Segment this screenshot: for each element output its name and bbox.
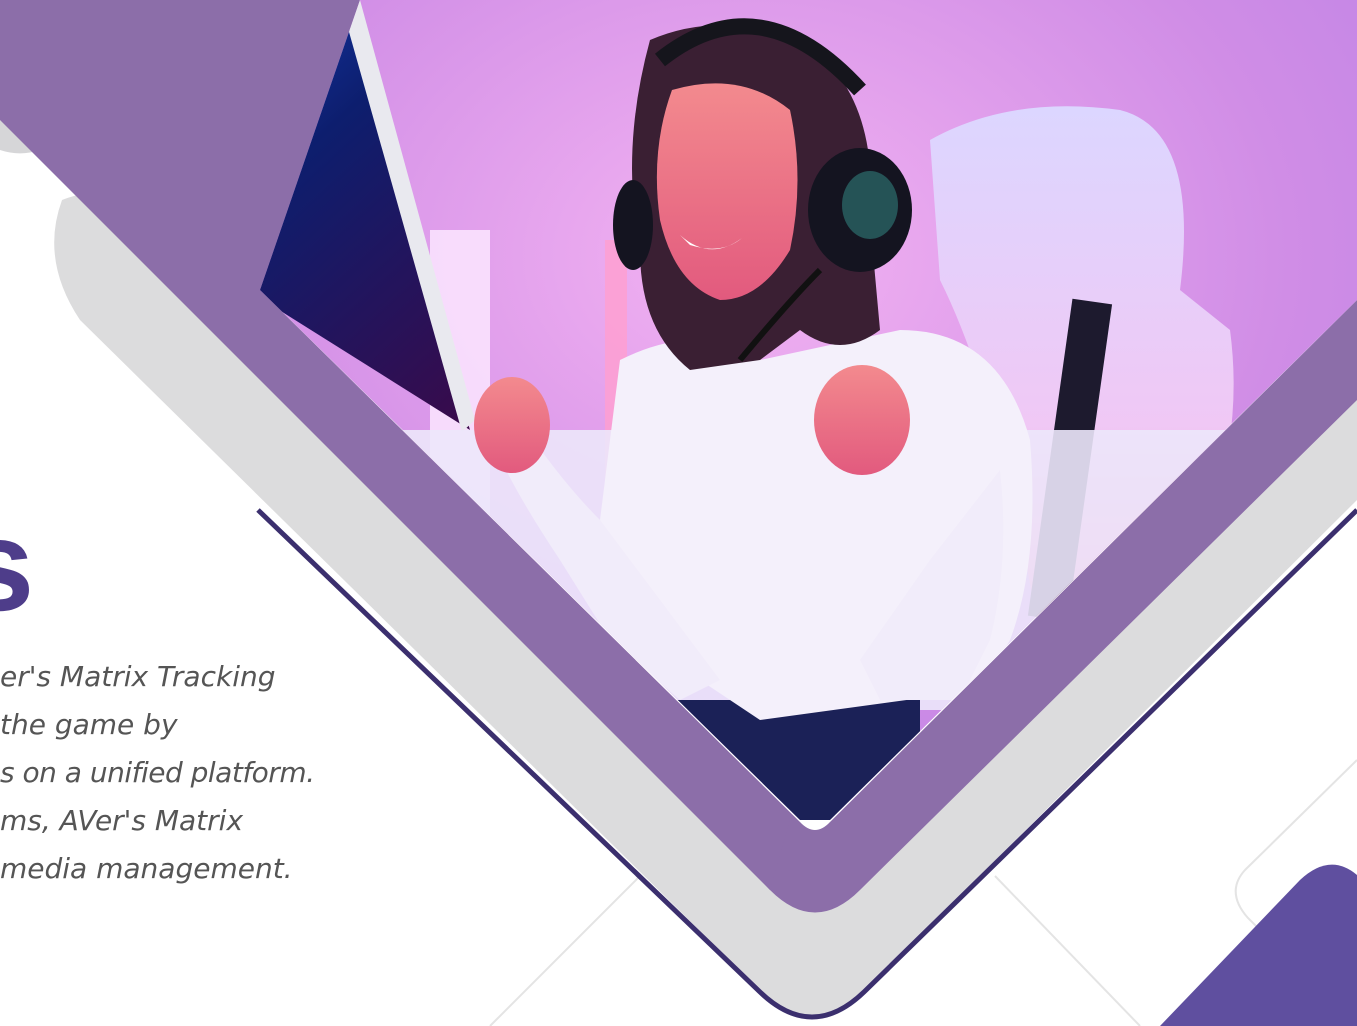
description-line: er's Matrix Tracking bbox=[0, 660, 276, 693]
description-line: ms, AVer's Matrix bbox=[0, 804, 244, 837]
corner-block bbox=[1160, 864, 1357, 1026]
description-text: er's Matrix Tracking the game by s on a … bbox=[0, 653, 360, 893]
description-line: media management. bbox=[0, 852, 293, 885]
description-line: the game by bbox=[0, 708, 178, 741]
description-line: s on a unified platform. bbox=[0, 756, 315, 789]
section-title-fragment: s bbox=[0, 500, 34, 630]
